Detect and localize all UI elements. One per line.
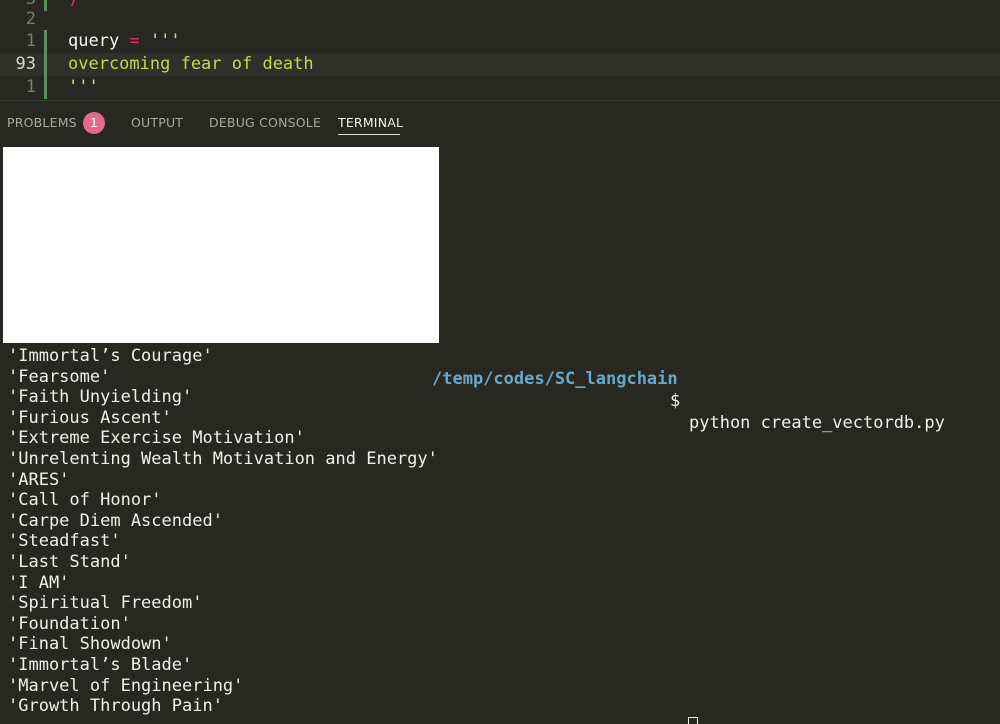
terminal-output-line: 'Furious Ascent': [8, 407, 172, 428]
tab-output[interactable]: OUTPUT: [131, 115, 183, 130]
terminal-output-line: 'Call of Honor': [8, 490, 162, 511]
terminal-output-line: 'Unrelenting Wealth Motivation and Energ…: [8, 449, 438, 469]
code-token-string: ''': [149, 31, 181, 51]
active-tab-indicator: [338, 134, 400, 135]
code-text: ''': [68, 77, 99, 97]
terminal-output-line: 'I AM': [8, 572, 70, 593]
prompt-path: /temp/codes/SC_langchain: [432, 369, 678, 389]
tab-problems[interactable]: PROBLEMS: [7, 115, 77, 130]
code-line[interactable]: 1 ''': [0, 76, 1000, 99]
git-change-marker: [44, 30, 47, 53]
terminal-output-line: 'Growth Through Pain': [8, 696, 223, 717]
terminal-output-line: 'Faith Unyielding': [8, 387, 193, 408]
tab-terminal[interactable]: TERMINAL: [338, 115, 403, 130]
code-line[interactable]: 1 query = ''': [0, 30, 1000, 53]
line-number: 1: [25, 77, 36, 97]
prompt-symbol: $: [670, 391, 681, 411]
terminal-command: python create_vectordb.py: [689, 413, 945, 433]
code-editor[interactable]: 3 ) 2 1 query = ''' 93 overcoming fear o…: [0, 0, 1000, 100]
panel-tab-bar: PROBLEMS 1 OUTPUT DEBUG CONSOLE TERMINAL: [0, 101, 1000, 145]
code-text: overcoming fear of death: [68, 54, 314, 74]
terminal-output-line: 'Immortal’s Blade': [8, 655, 193, 675]
terminal-output-line: 'Fearsome': [8, 366, 111, 387]
git-change-marker: [44, 76, 47, 99]
terminal-output-line: 'Last Stand': [8, 552, 131, 572]
code-line-current[interactable]: 93 overcoming fear of death: [0, 53, 1000, 76]
terminal[interactable]: /temp/codes/SC_langchain $ python create…: [0, 145, 1000, 724]
terminal-output-line: 'Carpe Diem Ascended': [8, 510, 223, 531]
code-text: query = ''': [68, 30, 181, 53]
tab-debug-console[interactable]: DEBUG CONSOLE: [209, 115, 321, 130]
terminal-output-line: 'Final Showdown': [8, 634, 172, 655]
terminal-output-line: 'Extreme Exercise Motivation': [8, 428, 305, 449]
terminal-output-line: 'Foundation': [8, 613, 131, 634]
line-number: 1: [25, 31, 36, 51]
terminal-output-line: 'ARES': [8, 469, 70, 490]
terminal-output-line: 'Spiritual Freedom': [8, 593, 203, 614]
terminal-output-line: 'Marvel of Engineering': [8, 675, 244, 696]
problems-count-badge: 1: [83, 112, 105, 134]
line-number: 2: [25, 9, 36, 29]
code-token-variable: query: [68, 31, 120, 51]
code-line[interactable]: 2: [0, 8, 1000, 31]
code-token-operator: =: [129, 31, 140, 51]
redaction-box: [3, 147, 439, 343]
terminal-output-line: 'Steadfast': [8, 531, 121, 552]
terminal-output-line: 'Immortal’s Courage': [8, 346, 213, 366]
line-number: 93: [15, 54, 36, 74]
git-change-marker: [44, 53, 47, 76]
terminal-cursor: [688, 717, 698, 724]
